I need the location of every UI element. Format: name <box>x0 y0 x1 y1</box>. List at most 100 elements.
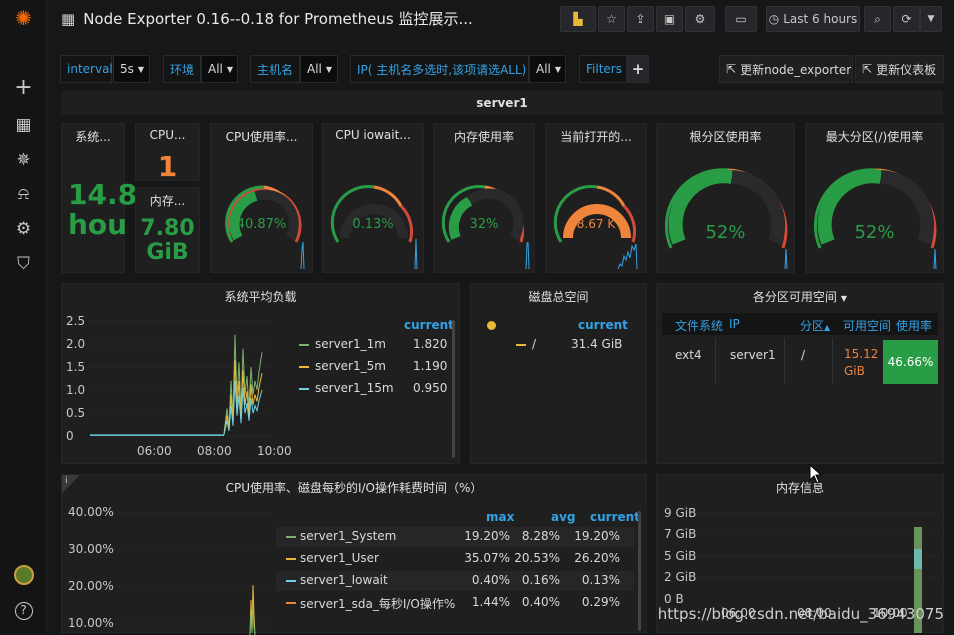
legend-header-current: current <box>578 318 628 332</box>
partition-space-panel: 各分区可用空间 ▼ 文件系统 IP 分区▲ 可用空间 使用率 ext4 serve… <box>656 283 944 464</box>
ip-variable-select[interactable]: All ▼ <box>529 55 566 83</box>
legend-item[interactable]: / 31.4 GiB <box>516 337 641 357</box>
star-button[interactable]: ☆ <box>598 6 625 32</box>
panel-title[interactable]: 磁盘总空间 <box>471 288 646 305</box>
series-swatch <box>299 343 309 346</box>
ip-variable-label: IP( 主机名多选时,该项请选ALL) <box>350 55 529 83</box>
shield-icon[interactable]: ⛉ <box>0 254 47 274</box>
legend-item[interactable]: server1_System 19.20% 8.28% 19.20% <box>276 527 634 547</box>
series-avg: 0.16% <box>521 573 560 587</box>
tv-mode-button[interactable]: ▭ <box>725 6 757 32</box>
panel-title[interactable]: 系统... <box>62 128 124 145</box>
share-button[interactable]: ⇪ <box>627 6 654 32</box>
external-link-icon: ⇱ <box>726 62 737 76</box>
col-ip[interactable]: IP <box>729 317 740 331</box>
series-name: server1_sda_每秒I/O操作% <box>300 597 456 611</box>
col-usage[interactable]: 使用率 <box>896 317 932 334</box>
y-tick-label: 7 GiB <box>664 527 697 541</box>
save-button[interactable]: ▣ <box>656 6 683 32</box>
legend-item[interactable]: server1_sda_每秒I/O操作% 1.44% 0.40% 0.29% <box>276 593 634 613</box>
disk-total-panel: 磁盘总空间 current / 31.4 GiB <box>470 283 647 464</box>
zoom-out-button[interactable]: ⌕ <box>864 6 891 32</box>
bell-icon[interactable]: ⍾ <box>0 184 47 204</box>
y-tick-label: 40.00% <box>68 505 114 519</box>
col-filesystem[interactable]: 文件系统 <box>675 317 723 334</box>
dashboards-icon[interactable]: ▦ <box>0 115 47 135</box>
y-tick-label: 0 B <box>664 592 684 606</box>
add-panel-button[interactable]: ▙ <box>560 6 596 32</box>
series-avg: 8.28% <box>521 529 560 543</box>
series-current: 1.190 <box>413 359 448 373</box>
y-tick-label: 2.5 <box>66 314 85 328</box>
max-partition-value: 52% <box>854 222 895 243</box>
series-swatch <box>516 343 526 346</box>
panel-title[interactable]: 内存... <box>136 192 199 209</box>
legend-item[interactable]: server1_1m 1.820 <box>299 337 449 357</box>
disk-point-marker <box>487 321 496 330</box>
sidebar: ✺ + ▦ ✵ ⍾ ⚙ ⛉ ? <box>0 0 47 633</box>
grafana-logo-icon[interactable]: ✺ <box>0 8 47 28</box>
open-files-gauge <box>553 185 638 270</box>
sparkline <box>414 238 418 270</box>
col-avg[interactable]: avg <box>551 510 576 524</box>
col-available[interactable]: 可用空间 <box>843 317 891 334</box>
mem-usage-value: 32% <box>469 217 499 232</box>
help-icon[interactable]: ? <box>0 599 47 620</box>
cpu-iowait-gauge <box>330 185 418 270</box>
env-variable-select[interactable]: All ▼ <box>201 55 238 83</box>
update-dashboard-link[interactable]: ⇱ 更新仪表板 <box>855 55 944 83</box>
external-link-icon: ⇱ <box>862 62 873 76</box>
sort-asc-icon: ▲ <box>824 323 831 332</box>
add-filter-button[interactable]: + <box>627 55 649 83</box>
legend-item[interactable]: server1_User 35.07% 20.53% 26.20% <box>276 549 634 569</box>
explore-icon[interactable]: ✵ <box>0 150 47 170</box>
host-variable-select[interactable]: All ▼ <box>300 55 338 83</box>
filters-label: Filters <box>579 55 627 83</box>
legend-item[interactable]: server1_15m 0.950 <box>299 381 449 401</box>
y-tick-label: 1.5 <box>66 360 85 374</box>
panel-title[interactable]: CPU使用率、磁盘每秒的I/O操作耗费时间（%） <box>62 479 646 496</box>
interval-variable-select[interactable]: 5s ▼ <box>113 55 150 83</box>
plus-icon[interactable]: + <box>0 77 47 99</box>
series-current: 26.20% <box>574 551 620 565</box>
settings-button[interactable]: ⚙ <box>685 6 715 32</box>
open-files-value: 8.67 K <box>576 217 616 231</box>
dashboard-title[interactable]: ▦ Node Exporter 0.16--0.18 for Prometheus… <box>61 8 473 29</box>
mem-usage-gauge-panel: 内存使用率 32% <box>433 123 535 273</box>
sparkline <box>525 241 530 270</box>
legend-item[interactable]: server1_Iowait 0.40% 0.16% 0.13% <box>276 571 634 591</box>
col-current[interactable]: current <box>590 510 640 524</box>
avatar[interactable] <box>0 565 47 590</box>
panel-title[interactable]: 各分区可用空间 ▼ <box>657 288 943 305</box>
y-tick-label: 9 GiB <box>664 506 697 520</box>
panel-title[interactable]: 内存信息 <box>657 479 943 496</box>
time-picker-button[interactable]: ◷ Last 6 hours <box>766 6 860 32</box>
col-max[interactable]: max <box>486 510 514 524</box>
series-max: 35.07% <box>464 551 510 565</box>
cpu-iowait-gauge-panel: CPU iowait... 0.13% <box>322 123 424 273</box>
uptime-unit: hour <box>68 208 126 241</box>
y-tick-label: 1.0 <box>66 383 85 397</box>
legend-scrollbar[interactable] <box>452 320 455 458</box>
legend-header-current: current <box>404 318 454 332</box>
y-tick-label: 5 GiB <box>664 549 697 563</box>
panel-title[interactable]: CPU... <box>136 128 199 142</box>
cpu-cores-value: 1 <box>157 150 178 183</box>
legend-scrollbar[interactable] <box>638 511 641 631</box>
cpu-iowait-value: 0.13% <box>352 217 394 232</box>
x-tick-label: 10:00 <box>257 444 292 458</box>
sparkline <box>784 248 788 270</box>
refresh-button[interactable]: ⟳ <box>893 6 920 32</box>
legend-item[interactable]: server1_5m 1.190 <box>299 359 449 379</box>
y-tick-label: 0 <box>66 429 74 443</box>
gear-icon[interactable]: ⚙ <box>0 219 47 239</box>
update-node-exporter-link[interactable]: ⇱ 更新node_exporter <box>719 55 853 83</box>
panel-title[interactable]: 系统平均负载 <box>62 288 459 305</box>
caret-icon: ▼ <box>226 64 234 74</box>
col-mount[interactable]: 分区▲ <box>800 317 830 334</box>
refresh-interval-dropdown[interactable]: ▼ <box>920 6 942 32</box>
series-current: 19.20% <box>574 529 620 543</box>
row-title[interactable]: server1 <box>61 91 943 115</box>
table-row: ext4 server1 / 15.12 GiB 46.66% <box>662 338 938 385</box>
root-partition-gauge <box>664 168 788 270</box>
